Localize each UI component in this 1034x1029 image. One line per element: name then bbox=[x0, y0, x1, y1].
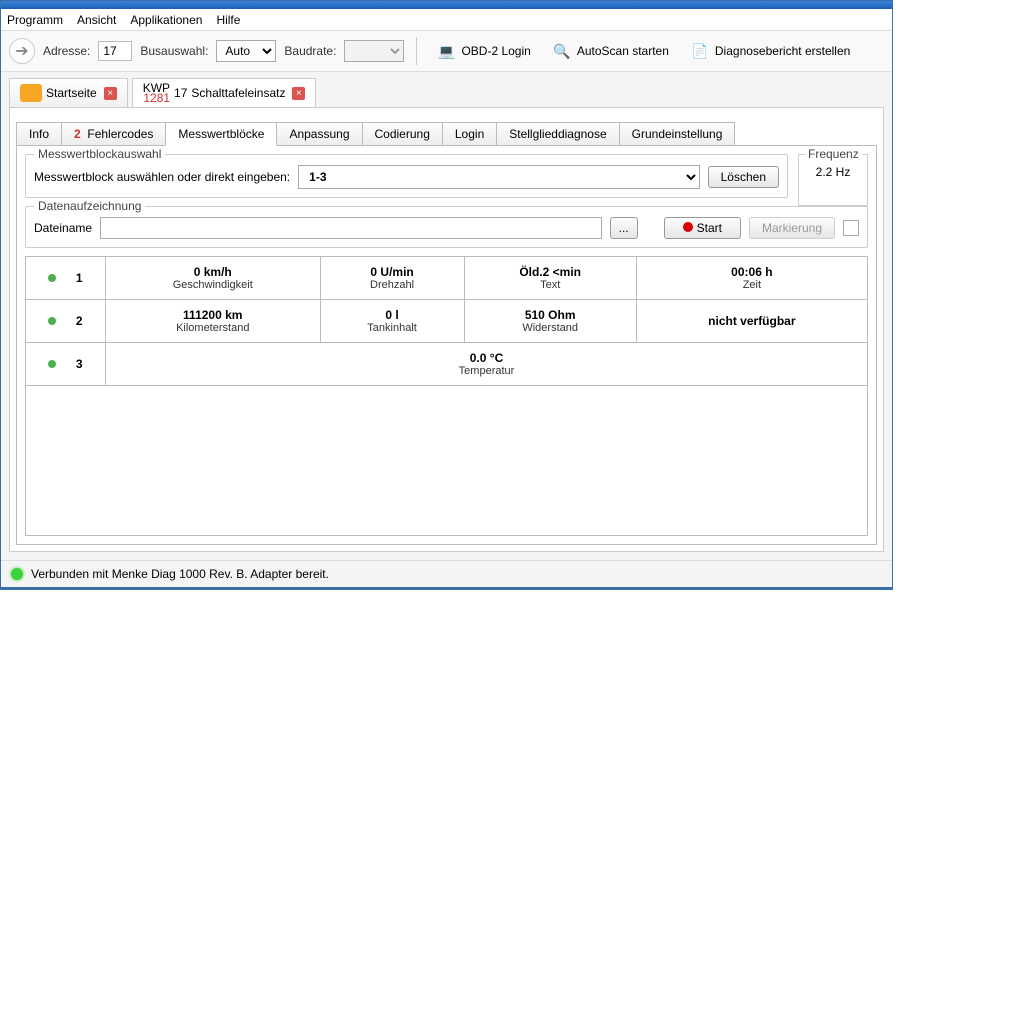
subtabs: Info 2 Fehlercodes Messwertblöcke Anpass… bbox=[16, 112, 877, 146]
value-tank: 0 l bbox=[327, 308, 458, 322]
value-text: Öld.2 <min bbox=[471, 265, 630, 279]
close-icon[interactable]: × bbox=[104, 87, 117, 100]
value-rpm: 0 U/min bbox=[327, 265, 458, 279]
filename-label: Dateiname bbox=[34, 221, 92, 235]
toolbar-separator bbox=[416, 37, 417, 65]
window-bottom-border bbox=[1, 587, 892, 589]
menu-programm[interactable]: Programm bbox=[7, 13, 63, 27]
mark-checkbox[interactable] bbox=[843, 220, 859, 236]
value-temperature: 0.0 °C bbox=[112, 351, 861, 365]
frequency-group: Frequenz 2.2 Hz bbox=[798, 154, 868, 206]
fault-label: Fehlercodes bbox=[87, 127, 153, 141]
active-led-icon bbox=[48, 317, 56, 325]
block-select-legend: Messwertblockauswahl bbox=[34, 147, 165, 161]
label-speed: Geschwindigkeit bbox=[112, 279, 314, 291]
frequency-legend: Frequenz bbox=[805, 147, 862, 161]
close-icon[interactable]: × bbox=[292, 87, 305, 100]
tab-startseite[interactable]: Startseite × bbox=[9, 78, 128, 107]
label-time: Zeit bbox=[643, 279, 861, 291]
menu-applikationen[interactable]: Applikationen bbox=[130, 13, 202, 27]
car-icon bbox=[20, 84, 42, 102]
tab-module[interactable]: KWP 1281 17 Schalttafeleinsatz × bbox=[132, 78, 317, 107]
row-index-cell[interactable]: 1 bbox=[26, 257, 106, 300]
report-button[interactable]: 📄 Diagnosebericht erstellen bbox=[683, 38, 856, 64]
label-resistance: Widerstand bbox=[471, 322, 630, 334]
tab-module-addr: 17 bbox=[174, 86, 187, 100]
subtab-grundeinstellung[interactable]: Grundeinstellung bbox=[619, 122, 736, 146]
report-icon: 📄 bbox=[689, 40, 711, 62]
subtab-codierung[interactable]: Codierung bbox=[362, 122, 443, 146]
module-page: Info 2 Fehlercodes Messwertblöcke Anpass… bbox=[9, 107, 884, 552]
menu-hilfe[interactable]: Hilfe bbox=[216, 13, 240, 27]
subtab-anpassung[interactable]: Anpassung bbox=[276, 122, 362, 146]
browse-button[interactable]: ... bbox=[610, 217, 638, 239]
tab-module-name: Schalttafeleinsatz bbox=[191, 86, 285, 100]
label-temperature: Temperatur bbox=[112, 365, 861, 377]
app-tabs: Startseite × KWP 1281 17 Schalttafeleins… bbox=[1, 72, 892, 107]
mark-button[interactable]: Markierung bbox=[749, 217, 835, 239]
address-input[interactable] bbox=[98, 41, 132, 61]
obd2-login-button[interactable]: 💻 OBD-2 Login bbox=[429, 38, 536, 64]
baud-label: Baudrate: bbox=[284, 44, 336, 58]
subtab-fehlercodes[interactable]: 2 Fehlercodes bbox=[61, 122, 166, 146]
autoscan-icon: 🔍 bbox=[551, 40, 573, 62]
connection-led-icon bbox=[11, 568, 23, 580]
subtab-stellglied[interactable]: Stellglieddiagnose bbox=[496, 122, 619, 146]
recording-group: Datenaufzeichnung Dateiname ... Start Ma… bbox=[25, 206, 868, 248]
fault-count: 2 bbox=[74, 127, 81, 141]
autoscan-button[interactable]: 🔍 AutoScan starten bbox=[545, 38, 675, 64]
address-label: Adresse: bbox=[43, 44, 90, 58]
table-row: 1 0 km/hGeschwindigkeit 0 U/minDrehzahl … bbox=[26, 257, 868, 300]
obd2-icon: 💻 bbox=[435, 40, 457, 62]
block-select[interactable]: 1-3 bbox=[298, 165, 699, 189]
start-record-button[interactable]: Start bbox=[664, 217, 741, 239]
label-text: Text bbox=[471, 279, 630, 291]
label-odometer: Kilometerstand bbox=[112, 322, 314, 334]
row-index-cell[interactable]: 3 bbox=[26, 343, 106, 386]
bus-select[interactable]: Auto bbox=[216, 40, 276, 62]
active-led-icon bbox=[48, 360, 56, 368]
app-window: Programm Ansicht Applikationen Hilfe ➔ A… bbox=[0, 0, 893, 590]
record-icon bbox=[683, 222, 693, 232]
value-speed: 0 km/h bbox=[112, 265, 314, 279]
autoscan-label: AutoScan starten bbox=[577, 44, 669, 58]
table-row: 2 111200 kmKilometerstand 0 lTankinhalt … bbox=[26, 300, 868, 343]
subtab-login[interactable]: Login bbox=[442, 122, 497, 146]
obd2-label: OBD-2 Login bbox=[461, 44, 530, 58]
menubar: Programm Ansicht Applikationen Hilfe bbox=[1, 9, 892, 31]
baud-select[interactable] bbox=[344, 40, 404, 62]
label-tank: Tankinhalt bbox=[327, 322, 458, 334]
tab-startseite-label: Startseite bbox=[46, 86, 97, 100]
label-rpm: Drehzahl bbox=[327, 279, 458, 291]
measure-table: 1 0 km/hGeschwindigkeit 0 U/minDrehzahl … bbox=[25, 256, 868, 386]
statusbar: Verbunden mit Menke Diag 1000 Rev. B. Ad… bbox=[1, 560, 892, 587]
table-empty-area bbox=[25, 386, 868, 536]
messwert-panel: Messwertblockauswahl Messwertblock auswä… bbox=[16, 145, 877, 545]
value-odometer: 111200 km bbox=[112, 308, 314, 322]
value-time: 00:06 h bbox=[643, 265, 861, 279]
value-na: nicht verfügbar bbox=[643, 314, 861, 328]
row-index-cell[interactable]: 2 bbox=[26, 300, 106, 343]
active-led-icon bbox=[48, 274, 56, 282]
recording-legend: Datenaufzeichnung bbox=[34, 199, 145, 213]
frequency-value: 2.2 Hz bbox=[805, 165, 861, 179]
value-resistance: 510 Ohm bbox=[471, 308, 630, 322]
toolbar: ➔ Adresse: Busauswahl: Auto Baudrate: 💻 … bbox=[1, 31, 892, 72]
kwp-protocol-label: KWP 1281 bbox=[143, 83, 170, 103]
report-label: Diagnosebericht erstellen bbox=[715, 44, 850, 58]
filename-input[interactable] bbox=[100, 217, 602, 239]
block-select-group: Messwertblockauswahl Messwertblock auswä… bbox=[25, 154, 788, 198]
bus-label: Busauswahl: bbox=[140, 44, 208, 58]
window-titlebar bbox=[1, 1, 892, 9]
subtab-messwertbloecke[interactable]: Messwertblöcke bbox=[165, 122, 277, 146]
block-select-prompt: Messwertblock auswählen oder direkt eing… bbox=[34, 170, 290, 184]
subtab-info[interactable]: Info bbox=[16, 122, 62, 146]
delete-button[interactable]: Löschen bbox=[708, 166, 779, 188]
table-row: 3 0.0 °CTemperatur bbox=[26, 343, 868, 386]
back-icon[interactable]: ➔ bbox=[9, 38, 35, 64]
status-text: Verbunden mit Menke Diag 1000 Rev. B. Ad… bbox=[31, 567, 329, 581]
menu-ansicht[interactable]: Ansicht bbox=[77, 13, 116, 27]
